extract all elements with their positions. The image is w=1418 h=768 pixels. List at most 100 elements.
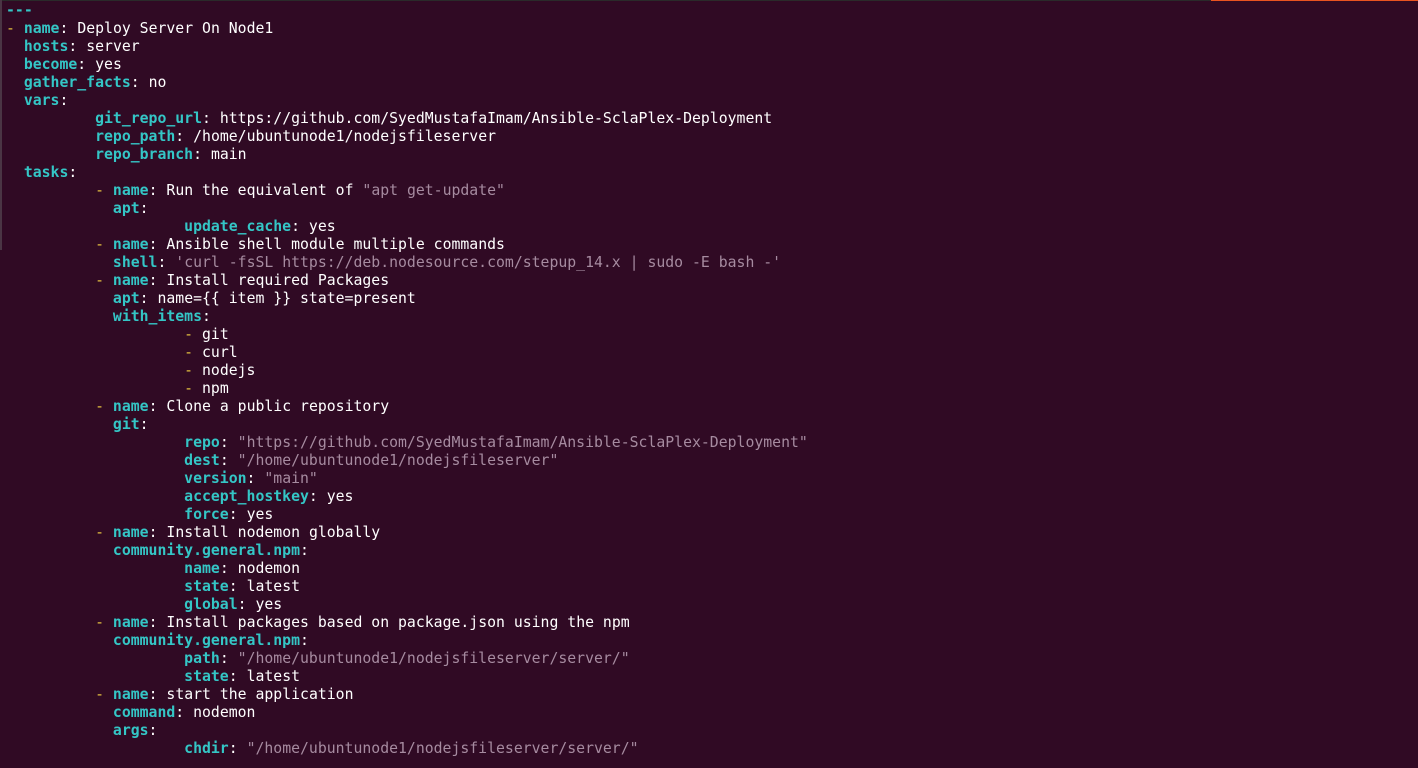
code-line: repo_path: /home/ubuntunode1/nodejsfiles… bbox=[6, 128, 808, 146]
yaml-editor-content[interactable]: --- - name: Deploy Server On Node1 hosts:… bbox=[6, 2, 808, 758]
list-dash: - bbox=[95, 182, 113, 199]
code-line: version: "main" bbox=[6, 470, 808, 488]
yaml-value: nodemon bbox=[193, 704, 256, 721]
code-line: --- bbox=[6, 2, 808, 20]
yaml-key: name bbox=[184, 560, 220, 577]
yaml-value: yes bbox=[255, 596, 283, 613]
yaml-key: name bbox=[112, 686, 149, 703]
yaml-key: update_cache bbox=[184, 218, 292, 235]
yaml-string-value: "apt get-update" bbox=[362, 182, 505, 199]
yaml-value: npm bbox=[202, 380, 229, 397]
window-focus-accent-bar bbox=[1211, 0, 1418, 1]
key-separator: : bbox=[68, 164, 78, 181]
yaml-value: yes bbox=[308, 218, 336, 235]
list-dash: - bbox=[95, 524, 113, 541]
code-line: community.general.npm: bbox=[6, 542, 808, 560]
window-top-border bbox=[0, 0, 1211, 1]
yaml-key: name bbox=[112, 614, 149, 631]
code-line: args: bbox=[6, 722, 808, 740]
key-separator: : bbox=[308, 488, 318, 505]
code-line: path: "/home/ubuntunode1/nodejsfileserve… bbox=[6, 650, 808, 668]
yaml-key: version bbox=[184, 470, 247, 487]
code-line: with_items: bbox=[6, 308, 808, 326]
code-line: - git bbox=[6, 326, 808, 344]
code-line: become: yes bbox=[6, 56, 808, 74]
code-line: command: nodemon bbox=[6, 704, 808, 722]
yaml-key: git bbox=[112, 416, 140, 433]
yaml-value: /home/ubuntunode1/nodejsfileserver bbox=[193, 128, 497, 145]
yaml-value: Run the equivalent of bbox=[166, 182, 363, 199]
key-separator: : bbox=[130, 74, 140, 91]
yaml-value: name={{ item }} state=present bbox=[157, 290, 416, 307]
code-line: - name: Clone a public repository bbox=[6, 398, 808, 416]
yaml-string-value: "/home/ubuntunode1/nodejsfileserver/serv… bbox=[237, 650, 630, 667]
yaml-key: tasks bbox=[23, 164, 69, 181]
code-line: gather_facts: no bbox=[6, 74, 808, 92]
yaml-key: command bbox=[112, 704, 176, 721]
key-separator: : bbox=[139, 416, 149, 433]
key-separator: : bbox=[139, 200, 149, 217]
code-line: accept_hostkey: yes bbox=[6, 488, 808, 506]
yaml-string-value: 'curl -fsSL https://deb.nodesource.com/s… bbox=[175, 254, 782, 271]
yaml-key: name bbox=[112, 182, 149, 199]
code-line: tasks: bbox=[6, 164, 808, 182]
code-line: community.general.npm: bbox=[6, 632, 808, 650]
document-start-marker: --- bbox=[6, 2, 33, 19]
yaml-value: Deploy Server On Node1 bbox=[77, 20, 274, 37]
yaml-value: latest bbox=[246, 578, 301, 595]
code-line: hosts: server bbox=[6, 38, 808, 56]
yaml-value: yes bbox=[326, 488, 354, 505]
key-separator: : bbox=[139, 290, 149, 307]
code-line: - name: start the application bbox=[6, 686, 808, 704]
yaml-value: curl bbox=[202, 344, 238, 361]
list-dash: - bbox=[95, 236, 113, 253]
list-dash: - bbox=[184, 362, 202, 379]
code-line: git: bbox=[6, 416, 808, 434]
yaml-key: community.general.npm bbox=[112, 632, 300, 649]
code-line: - name: Ansible shell module multiple co… bbox=[6, 236, 808, 254]
yaml-value: Install nodemon globally bbox=[166, 524, 381, 541]
yaml-key: name bbox=[112, 236, 149, 253]
code-line: git_repo_url: https://github.com/SyedMus… bbox=[6, 110, 808, 128]
key-separator: : bbox=[228, 578, 238, 595]
code-line: update_cache: yes bbox=[6, 218, 808, 236]
code-line: - name: Install required Packages bbox=[6, 272, 808, 290]
yaml-key: global bbox=[184, 596, 238, 613]
yaml-value: Install required Packages bbox=[166, 272, 390, 289]
key-separator: : bbox=[68, 38, 78, 55]
yaml-value: start the application bbox=[166, 686, 354, 703]
code-line: - name: Install nodemon globally bbox=[6, 524, 808, 542]
terminal-window[interactable]: --- - name: Deploy Server On Node1 hosts:… bbox=[0, 0, 1418, 768]
yaml-string-value: "main" bbox=[264, 470, 318, 487]
list-dash: - bbox=[184, 326, 202, 343]
yaml-key: chdir bbox=[184, 740, 229, 757]
key-separator: : bbox=[175, 704, 185, 721]
key-separator: : bbox=[193, 146, 203, 163]
key-separator: : bbox=[77, 56, 87, 73]
